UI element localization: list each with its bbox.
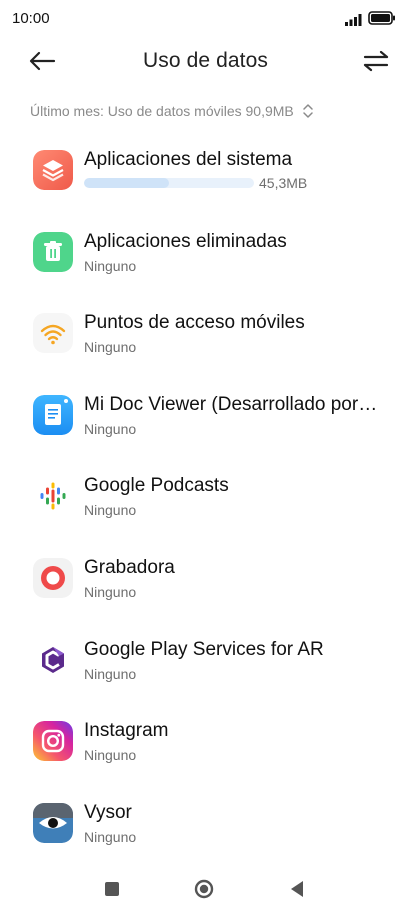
app-usage-list: Aplicaciones del sistema 45,3MB Aplicaci… <box>0 140 411 874</box>
app-name: Instagram <box>84 720 169 742</box>
wifi-hotspot-icon <box>33 313 73 354</box>
app-name: Puntos de acceso móviles <box>84 312 305 334</box>
app-usage: Ninguno <box>84 339 137 356</box>
back-triangle-icon[interactable] <box>289 880 305 898</box>
list-item[interactable]: Aplicaciones eliminadas Ninguno <box>0 222 411 304</box>
app-usage: Ninguno <box>84 502 137 519</box>
list-item[interactable]: Google Play Services for AR Ninguno <box>0 630 411 712</box>
list-item[interactable]: Puntos de acceso móviles Ninguno <box>0 303 411 385</box>
signal-icon <box>345 14 362 26</box>
app-usage: Ninguno <box>84 257 137 274</box>
usage-bar <box>84 178 254 188</box>
trash-icon <box>33 231 73 272</box>
recorder-icon <box>33 557 73 598</box>
list-item[interactable]: Instagram Ninguno <box>0 711 411 793</box>
app-usage: Ninguno <box>84 828 137 845</box>
status-bar: 10:00 <box>0 0 411 38</box>
app-name: Google Podcasts <box>84 475 229 497</box>
usage-value: 45,3MB <box>259 175 308 191</box>
battery-icon <box>368 11 395 25</box>
app-name: Mi Doc Viewer (Desarrollado por… <box>84 393 378 415</box>
app-name: Aplicaciones eliminadas <box>84 230 287 252</box>
app-name: Grabadora <box>84 556 175 578</box>
swap-icon[interactable] <box>360 48 392 74</box>
list-item[interactable]: Mi Doc Viewer (Desarrollado por… Ninguno <box>0 385 411 467</box>
layers-icon <box>33 150 73 190</box>
vysor-icon <box>33 802 73 843</box>
period-filter-label: Último mes: Uso de datos móviles 90,9MB <box>30 103 294 119</box>
navigation-bar <box>0 866 411 914</box>
app-usage: Ninguno <box>84 420 137 437</box>
app-bar: Uso de datos <box>0 38 411 84</box>
app-usage: Ninguno <box>84 665 137 682</box>
chevron-up-down-icon <box>303 104 313 118</box>
status-time: 10:00 <box>12 10 50 27</box>
list-item[interactable]: Vysor Ninguno <box>0 793 411 875</box>
document-icon <box>33 394 73 435</box>
list-item[interactable]: Google Podcasts Ninguno <box>0 466 411 548</box>
home-icon[interactable] <box>194 879 214 899</box>
ar-services-icon <box>33 639 73 680</box>
period-filter[interactable]: Último mes: Uso de datos móviles 90,9MB <box>30 100 314 122</box>
app-name: Google Play Services for AR <box>84 638 324 660</box>
podcasts-icon <box>33 476 73 517</box>
app-usage: Ninguno <box>84 747 137 764</box>
usage-bar-fill <box>84 178 169 188</box>
list-item[interactable]: Aplicaciones del sistema 45,3MB <box>0 140 411 222</box>
list-item[interactable]: Grabadora Ninguno <box>0 548 411 630</box>
page-title: Uso de datos <box>143 49 268 72</box>
app-name: Vysor <box>84 801 132 823</box>
instagram-icon <box>33 721 73 762</box>
recents-icon[interactable] <box>105 882 119 896</box>
app-usage: Ninguno <box>84 583 137 600</box>
app-name: Aplicaciones del sistema <box>84 149 293 170</box>
